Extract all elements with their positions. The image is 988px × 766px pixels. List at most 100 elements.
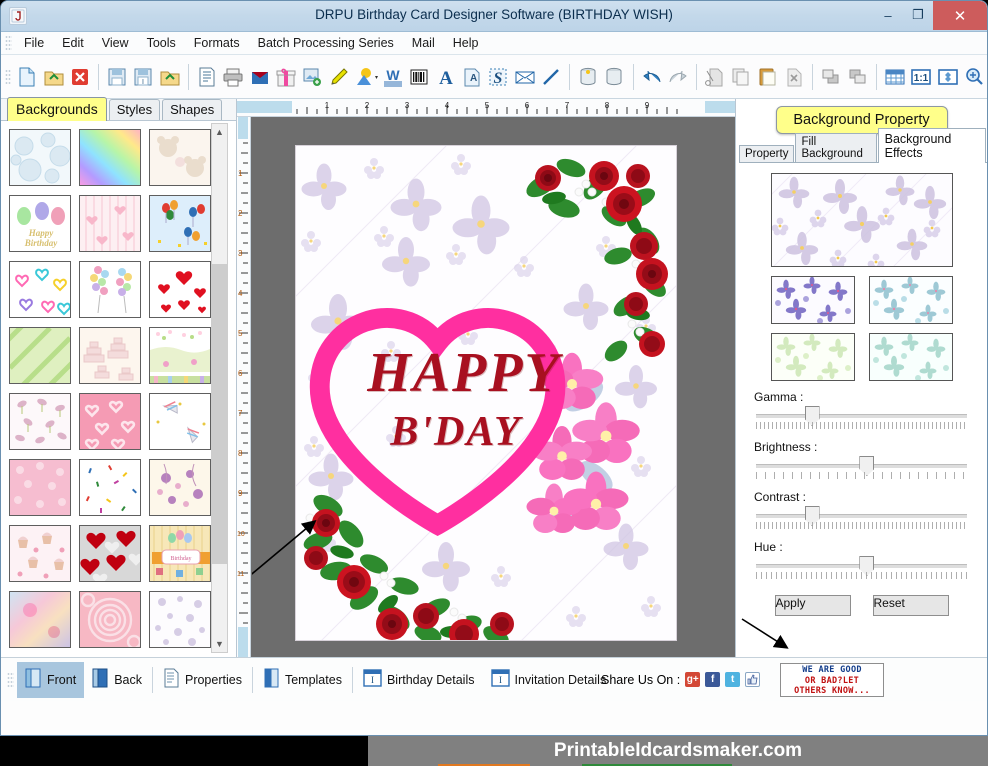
background-thumbnail-pastel-clouds[interactable] [9,591,71,648]
card-text-bday[interactable]: B'DAY [295,408,646,456]
bottom-grip-handle[interactable] [7,672,14,688]
background-thumbnail-party-popper[interactable] [149,393,211,450]
scroll-down-icon[interactable]: ▼ [212,636,227,652]
bottom-item-templates[interactable]: Templates [255,663,350,696]
undo-icon[interactable] [639,62,663,92]
bottom-item-birthday-details[interactable]: I Birthday Details [355,663,483,696]
bring-front-icon[interactable] [819,62,843,92]
background-list-scrollbar[interactable]: ▲ ▼ [211,123,228,653]
effect-variant-blue[interactable] [869,276,953,324]
menu-formats[interactable]: Formats [185,34,249,52]
gift-icon[interactable] [274,62,298,92]
background-thumbnail-birthday-banner[interactable]: Birthday [149,525,211,582]
line-icon[interactable] [539,62,563,92]
pen-icon[interactable] [326,62,350,92]
brightness-slider-track[interactable] [756,464,967,468]
background-thumbnail-teddy[interactable] [149,129,211,186]
effect-variant-teal[interactable] [869,333,953,381]
background-thumbnail-green-stripes[interactable] [9,327,71,384]
text-icon[interactable]: A [433,62,457,92]
bottom-item-invitation-details[interactable]: I Invitation Details [483,663,615,696]
google-plus-icon[interactable]: g+ [685,672,700,687]
paste-icon[interactable] [756,62,780,92]
tab-background-effects[interactable]: Background Effects [878,128,986,163]
design-canvas-area[interactable]: 123 456 789 123 456 789 [237,99,735,657]
menu-edit[interactable]: Edit [53,34,93,52]
fill-color-icon[interactable] [353,62,379,92]
menu-batch-processing-series[interactable]: Batch Processing Series [249,34,403,52]
thumbs-up-icon[interactable] [745,672,760,687]
background-thumbnail-lilac-flowers[interactable] [149,591,211,648]
save-as-icon[interactable]: I [131,62,155,92]
background-thumbnail-list[interactable]: HappyBirthday [1,121,236,657]
close-document-icon[interactable] [68,62,92,92]
watermark-icon[interactable]: W [381,62,405,92]
database-insert-icon[interactable] [576,62,600,92]
reset-button[interactable]: Reset [873,595,949,616]
background-thumbnail-rainbow[interactable] [79,129,141,186]
background-thumbnail-pink-lace[interactable] [9,459,71,516]
signature-icon[interactable]: S [486,62,510,92]
contrast-slider-track[interactable] [756,514,967,518]
tab-shapes[interactable]: Shapes [162,99,222,120]
background-thumbnail-red-silver-hearts[interactable] [79,525,141,582]
menu-view[interactable]: View [93,34,138,52]
tab-backgrounds[interactable]: Backgrounds [7,97,107,121]
menu-grip-handle[interactable] [5,35,12,51]
background-thumbnail-balloon-bouquet[interactable] [79,261,141,318]
menu-mail[interactable]: Mail [403,34,444,52]
card-text-happy[interactable]: HAPPY [295,341,654,405]
background-thumbnail-red-hearts[interactable] [149,261,211,318]
restore-button[interactable]: ❐ [903,1,933,29]
tab-styles[interactable]: Styles [109,99,160,120]
background-thumbnail-bubbles[interactable] [9,129,71,186]
menu-file[interactable]: File [15,34,53,52]
barcode-icon[interactable] [407,62,431,92]
effect-variant-green[interactable] [771,333,855,381]
bottom-item-properties[interactable]: Properties [155,663,250,696]
background-thumbnail-pink-hearts-texture[interactable] [79,393,141,450]
twitter-icon[interactable]: t [725,672,740,687]
copy-icon[interactable] [729,62,753,92]
menu-tools[interactable]: Tools [138,34,185,52]
tab-property[interactable]: Property [739,145,794,162]
actual-size-icon[interactable]: 1:1 [909,62,933,92]
canvas-workspace[interactable]: HAPPY B'DAY [252,118,735,657]
scroll-up-icon[interactable]: ▲ [212,124,227,140]
tab-fill-background[interactable]: Fill Background [795,133,876,162]
zoom-icon[interactable] [962,62,986,92]
background-thumbnail-pink-roses[interactable] [79,591,141,648]
grid-icon[interactable] [883,62,907,92]
background-thumbnail-cupcakes[interactable] [9,525,71,582]
menu-help[interactable]: Help [444,34,488,52]
text-box-icon[interactable]: A [460,62,484,92]
scrollbar-thumb[interactable] [212,264,227,564]
print-preview-icon[interactable] [195,62,219,92]
card-shape-icon[interactable] [247,62,271,92]
cut-icon[interactable] [703,62,727,92]
close-button[interactable]: ✕ [933,1,987,30]
background-thumbnail-colorful-hearts[interactable] [9,261,71,318]
background-thumbnail-spring-meadow[interactable] [149,327,211,384]
background-thumbnail-purple-blossom[interactable] [149,459,211,516]
effect-variant-purple[interactable] [771,276,855,324]
insert-image-icon[interactable] [300,62,324,92]
apply-button[interactable]: Apply [775,595,851,616]
fit-to-window-icon[interactable] [935,62,959,92]
background-thumbnail-happy-birthday[interactable]: HappyBirthday [9,195,71,252]
open-folder-icon[interactable] [41,62,65,92]
effect-preview-lilac[interactable] [771,173,953,267]
new-document-icon[interactable] [15,62,39,92]
bottom-item-back[interactable]: Back [84,663,150,696]
gamma-slider-track[interactable] [756,414,967,418]
minimize-button[interactable]: – [873,1,903,29]
background-thumbnail-pink-petals[interactable] [9,393,71,450]
hue-slider-track[interactable] [756,564,967,568]
envelope-icon[interactable] [512,62,536,92]
feedback-button[interactable]: WE ARE GOOD OR BAD?LET OTHERS KNOW... [780,663,884,697]
send-back-icon[interactable] [846,62,870,92]
delete-icon[interactable] [782,62,806,92]
background-thumbnail-confetti[interactable] [79,459,141,516]
background-thumbnail-balloons-sky[interactable] [149,195,211,252]
background-thumbnail-cake-tiers[interactable] [79,327,141,384]
